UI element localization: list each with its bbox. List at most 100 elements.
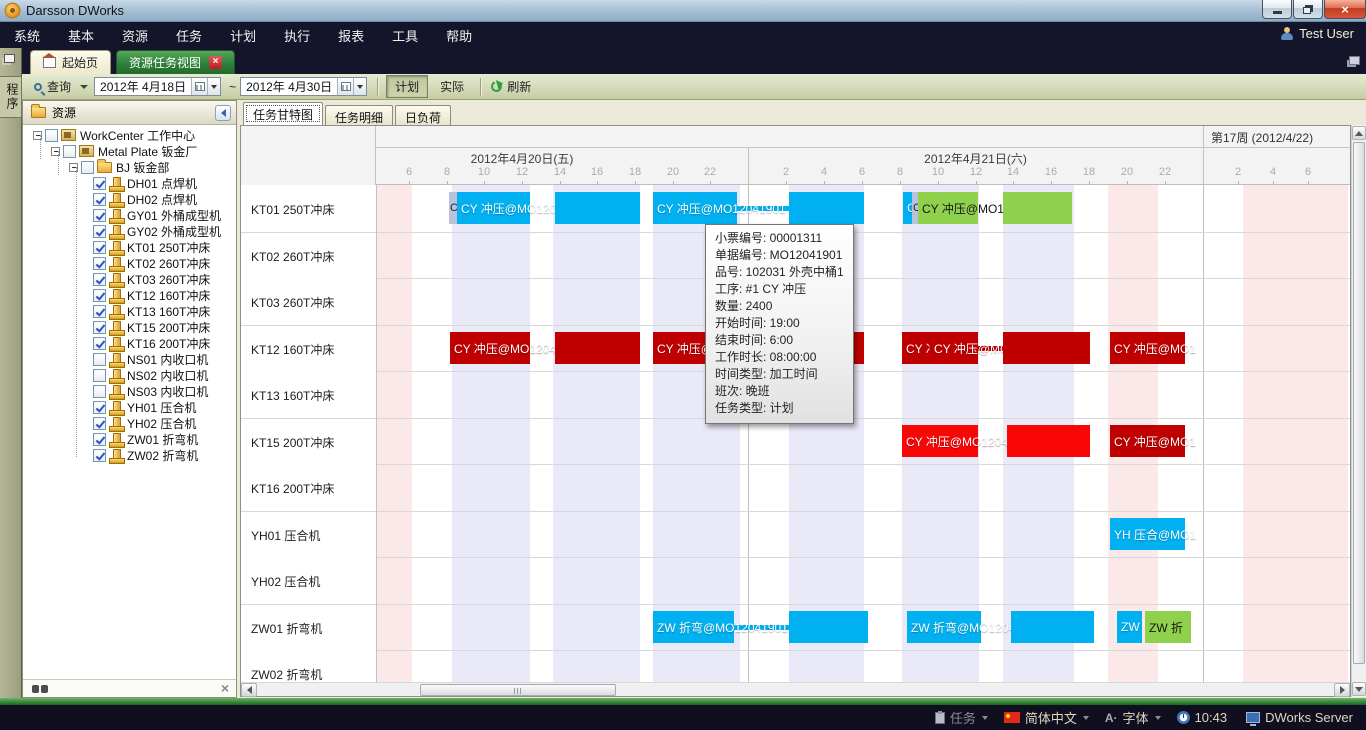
- task-bar[interactable]: ZW: [1117, 611, 1142, 643]
- tree-item[interactable]: NS03 内收口机: [23, 383, 236, 399]
- task-bar[interactable]: [1011, 611, 1094, 643]
- tree-checkbox[interactable]: [93, 449, 106, 462]
- tree-checkbox[interactable]: [93, 321, 106, 334]
- tree-item[interactable]: DH01 点焊机: [23, 175, 236, 191]
- tree-item[interactable]: KT13 160T冲床: [23, 303, 236, 319]
- dock-tab-program[interactable]: 程序: [0, 76, 22, 118]
- tree-checkbox[interactable]: [93, 241, 106, 254]
- task-bar[interactable]: CY 冲压@MO1: [1110, 425, 1185, 457]
- tree-item[interactable]: KT03 260T冲床: [23, 271, 236, 287]
- tree-checkbox[interactable]: [93, 289, 106, 302]
- date-to-field[interactable]: 2012年 4月30日: [240, 77, 367, 96]
- chart-tab-任务明细[interactable]: 任务明细: [325, 105, 393, 125]
- task-bar[interactable]: ZW 折弯@MO12041901: [653, 611, 734, 643]
- tree-checkbox[interactable]: [93, 353, 106, 366]
- date-from-dropdown-icon[interactable]: [207, 78, 220, 95]
- task-bar[interactable]: ZW 折: [1145, 611, 1191, 643]
- task-bar[interactable]: [1003, 192, 1072, 224]
- scroll-down-button[interactable]: [1352, 682, 1366, 696]
- tree-item[interactable]: KT12 160T冲床: [23, 287, 236, 303]
- tree-checkbox[interactable]: [45, 129, 58, 142]
- tree-item[interactable]: ZW01 折弯机: [23, 431, 236, 447]
- tree-checkbox[interactable]: [93, 305, 106, 318]
- clear-filter-icon[interactable]: ×: [221, 680, 229, 696]
- tree-item[interactable]: KT01 250T冲床: [23, 239, 236, 255]
- tree-checkbox[interactable]: [93, 273, 106, 286]
- tree-item[interactable]: BJ 钣金部: [23, 159, 236, 175]
- tree-checkbox[interactable]: [93, 177, 106, 190]
- menu-item-执行[interactable]: 执行: [270, 22, 324, 49]
- tree-item[interactable]: NS02 内收口机: [23, 367, 236, 383]
- tree-item[interactable]: YH02 压合机: [23, 415, 236, 431]
- tree-checkbox[interactable]: [93, 225, 106, 238]
- task-bar[interactable]: CY 冲压@MO12041904: [450, 332, 530, 364]
- status-language-dropdown[interactable]: 简体中文: [1004, 708, 1089, 727]
- menu-item-系统[interactable]: 系统: [0, 22, 54, 49]
- status-tasks-dropdown[interactable]: 任务: [935, 708, 988, 727]
- menu-item-任务[interactable]: 任务: [162, 22, 216, 49]
- menu-item-工具[interactable]: 工具: [378, 22, 432, 49]
- menu-item-基本[interactable]: 基本: [54, 22, 108, 49]
- calendar-icon[interactable]: [337, 78, 353, 95]
- menu-item-资源[interactable]: 资源: [108, 22, 162, 49]
- task-bar[interactable]: CY 冲压@MO1: [1110, 332, 1185, 364]
- task-bar[interactable]: ZW 折弯@MO12041901: [907, 611, 981, 643]
- actual-toggle-button[interactable]: 实际: [432, 76, 472, 97]
- query-dropdown-icon[interactable]: [80, 85, 88, 89]
- tree-item[interactable]: GY01 外桶成型机: [23, 207, 236, 223]
- task-bar[interactable]: C: [449, 192, 457, 224]
- tree-item[interactable]: GY02 外桶成型机: [23, 223, 236, 239]
- tree-checkbox[interactable]: [93, 433, 106, 446]
- scroll-up-button[interactable]: [1352, 126, 1366, 140]
- tree-item[interactable]: YH01 压合机: [23, 399, 236, 415]
- calendar-icon[interactable]: [191, 78, 207, 95]
- tree-checkbox[interactable]: [93, 385, 106, 398]
- tree-checkbox[interactable]: [93, 417, 106, 430]
- plan-toggle-button[interactable]: 计划: [386, 75, 428, 98]
- close-button[interactable]: ×: [1324, 0, 1366, 19]
- vertical-scroll-thumb[interactable]: [1353, 142, 1365, 664]
- tree-checkbox[interactable]: [93, 209, 106, 222]
- collapse-panel-button[interactable]: [215, 105, 231, 121]
- tree-item[interactable]: DH02 点焊机: [23, 191, 236, 207]
- task-bar[interactable]: CY 冲压@MO12041902: [918, 192, 978, 224]
- task-bar[interactable]: [1003, 332, 1090, 364]
- scroll-left-button[interactable]: [241, 683, 257, 697]
- tree-checkbox[interactable]: [63, 145, 76, 158]
- tree-checkbox[interactable]: [93, 257, 106, 270]
- pages-icon[interactable]: [4, 54, 15, 63]
- tree-checkbox[interactable]: [93, 369, 106, 382]
- task-bar[interactable]: CY 冲: [902, 332, 930, 364]
- scroll-right-button[interactable]: [1334, 683, 1350, 697]
- find-icon[interactable]: [32, 683, 48, 694]
- tab-home[interactable]: 起始页: [30, 50, 111, 74]
- date-from-field[interactable]: 2012年 4月18日: [94, 77, 221, 96]
- horizontal-scrollbar[interactable]: [241, 682, 1350, 696]
- tree-item[interactable]: NS01 内收口机: [23, 351, 236, 367]
- vertical-scrollbar[interactable]: [1351, 125, 1366, 697]
- task-bar[interactable]: [555, 332, 640, 364]
- tree-checkbox[interactable]: [93, 337, 106, 350]
- task-bar[interactable]: CY 冲压@MO12041901: [457, 192, 530, 224]
- tree-item[interactable]: KT02 260T冲床: [23, 255, 236, 271]
- chart-tab-日负荷[interactable]: 日负荷: [395, 105, 451, 125]
- date-to-dropdown-icon[interactable]: [353, 78, 366, 95]
- tree-checkbox[interactable]: [93, 193, 106, 206]
- horizontal-scroll-thumb[interactable]: [420, 684, 616, 696]
- tree-item[interactable]: Metal Plate 钣金厂: [23, 143, 236, 159]
- menu-item-帮助[interactable]: 帮助: [432, 22, 486, 49]
- task-bar[interactable]: [1007, 425, 1090, 457]
- task-bar[interactable]: CY 冲压@MO12041904: [930, 332, 978, 364]
- tree-item[interactable]: KT15 200T冲床: [23, 319, 236, 335]
- tree-item[interactable]: ZW02 折弯机: [23, 447, 236, 463]
- task-bar[interactable]: [789, 192, 864, 224]
- tree-checkbox[interactable]: [93, 401, 106, 414]
- minimize-button[interactable]: [1262, 0, 1292, 19]
- menu-item-计划[interactable]: 计划: [216, 22, 270, 49]
- status-font-dropdown[interactable]: A· 字体: [1105, 708, 1161, 727]
- restore-button[interactable]: [1293, 0, 1323, 19]
- tree-item[interactable]: WorkCenter 工作中心: [23, 127, 236, 143]
- task-bar[interactable]: CY 冲压@MO12041901: [653, 192, 737, 224]
- query-button[interactable]: 查询: [47, 78, 71, 95]
- refresh-button[interactable]: 刷新: [507, 78, 531, 95]
